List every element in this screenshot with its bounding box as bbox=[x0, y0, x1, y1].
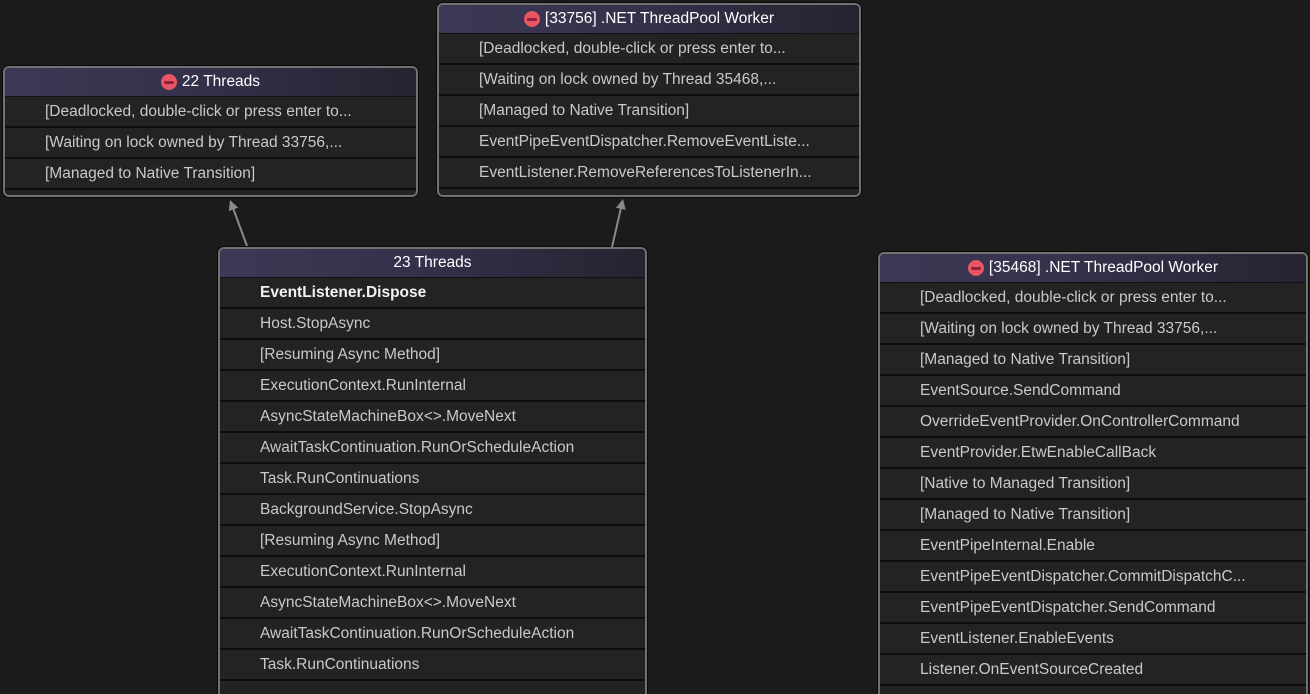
stack-frame[interactable]: EventListener.RemoveReferencesToListener… bbox=[439, 158, 859, 189]
thread-box-title: 22 Threads bbox=[182, 73, 260, 91]
stack-frame[interactable]: EventPipeEventDispatcher.CommitDispatchC… bbox=[880, 562, 1306, 593]
stack-frame[interactable]: [Deadlocked, double-click or press enter… bbox=[5, 97, 416, 128]
stack-frame[interactable]: ExecutionContext.RunInternal bbox=[220, 371, 645, 402]
thread-box-22-threads[interactable]: 22 Threads [Deadlocked, double-click or … bbox=[3, 66, 418, 197]
stack-frame[interactable]: [Resuming Async Method] bbox=[220, 526, 645, 557]
stack-frame[interactable]: AsyncStateMachineBox<>.MoveNext bbox=[220, 588, 645, 619]
arrow-23-to-33756 bbox=[612, 199, 626, 247]
thread-box-header[interactable]: [35468] .NET ThreadPool Worker bbox=[880, 254, 1306, 283]
deadlock-icon bbox=[524, 11, 540, 27]
arrow-23-to-22 bbox=[229, 200, 247, 246]
stack-frame[interactable]: Task.RunContinuations bbox=[220, 464, 645, 495]
stack-frame[interactable]: AwaitTaskContinuation.RunOrScheduleActio… bbox=[220, 619, 645, 650]
stack-frame[interactable]: [Waiting on lock owned by Thread 35468,.… bbox=[439, 65, 859, 96]
thread-box-header[interactable]: 23 Threads bbox=[220, 249, 645, 278]
stack-frame[interactable]: Listener.OnEventSourceCreated bbox=[880, 655, 1306, 686]
stack-frame-list: [Deadlocked, double-click or press enter… bbox=[880, 283, 1306, 691]
stack-frame[interactable]: EventPipeInternal.Enable bbox=[880, 531, 1306, 562]
thread-box-title: [35468] .NET ThreadPool Worker bbox=[989, 259, 1218, 277]
stack-frame[interactable]: [Deadlocked, double-click or press enter… bbox=[439, 34, 859, 65]
stack-frame[interactable]: AsyncStateMachineBox<>.MoveNext bbox=[220, 402, 645, 433]
thread-box-35468[interactable]: [35468] .NET ThreadPool Worker [Deadlock… bbox=[878, 252, 1308, 694]
stack-frame[interactable]: EventPipeEventDispatcher.SendCommand bbox=[880, 593, 1306, 624]
stack-frame-list: [Deadlocked, double-click or press enter… bbox=[5, 97, 416, 195]
stack-frame[interactable]: Task.RunContinuations bbox=[220, 650, 645, 681]
stack-frame-list: [Deadlocked, double-click or press enter… bbox=[439, 34, 859, 194]
stack-frame[interactable]: ExecutionContext.RunInternal bbox=[220, 557, 645, 588]
minus-glyph bbox=[527, 18, 537, 21]
stack-frame[interactable]: [Deadlocked, double-click or press enter… bbox=[880, 283, 1306, 314]
stack-frame[interactable]: [Native to Managed Transition] bbox=[880, 469, 1306, 500]
stack-frame[interactable]: EventProvider.EtwEnableCallBack bbox=[880, 438, 1306, 469]
stack-frame[interactable]: EventPipeEventDispatcher.RemoveEventList… bbox=[439, 127, 859, 158]
stack-frame[interactable]: EventSource.SendCommand bbox=[880, 376, 1306, 407]
thread-box-title: 23 Threads bbox=[393, 254, 471, 272]
thread-box-header[interactable]: 22 Threads bbox=[5, 68, 416, 97]
minus-glyph bbox=[971, 267, 981, 270]
minus-glyph bbox=[164, 81, 174, 84]
stack-frame[interactable]: OverrideEventProvider.OnControllerComman… bbox=[880, 407, 1306, 438]
stack-frame[interactable]: [Managed to Native Transition] bbox=[880, 345, 1306, 376]
stack-frame[interactable]: [Waiting on lock owned by Thread 33756,.… bbox=[880, 314, 1306, 345]
stack-frame[interactable]: Host.StopAsync bbox=[220, 309, 645, 340]
stack-frame[interactable]: BackgroundService.StopAsync bbox=[220, 495, 645, 526]
thread-box-33756[interactable]: [33756] .NET ThreadPool Worker [Deadlock… bbox=[437, 3, 861, 197]
thread-box-title: [33756] .NET ThreadPool Worker bbox=[545, 10, 774, 28]
stack-frame-list: EventListener.DisposeHost.StopAsync[Resu… bbox=[220, 278, 645, 686]
stack-frame[interactable]: EventListener.Dispose bbox=[220, 278, 645, 309]
stack-frame[interactable]: [Waiting on lock owned by Thread 33756,.… bbox=[5, 128, 416, 159]
stack-frame[interactable]: [Managed to Native Transition] bbox=[5, 159, 416, 190]
thread-box-header[interactable]: [33756] .NET ThreadPool Worker bbox=[439, 5, 859, 34]
stack-frame[interactable]: [Managed to Native Transition] bbox=[439, 96, 859, 127]
thread-box-23-threads[interactable]: 23 Threads EventListener.DisposeHost.Sto… bbox=[218, 247, 647, 694]
stack-frame[interactable]: [Managed to Native Transition] bbox=[880, 500, 1306, 531]
deadlock-icon bbox=[161, 74, 177, 90]
stack-frame[interactable]: [Resuming Async Method] bbox=[220, 340, 645, 371]
stack-frame[interactable]: EventListener.EnableEvents bbox=[880, 624, 1306, 655]
deadlock-icon bbox=[968, 260, 984, 276]
parallel-stacks-canvas: 22 Threads [Deadlocked, double-click or … bbox=[0, 0, 1310, 694]
stack-frame[interactable]: AwaitTaskContinuation.RunOrScheduleActio… bbox=[220, 433, 645, 464]
